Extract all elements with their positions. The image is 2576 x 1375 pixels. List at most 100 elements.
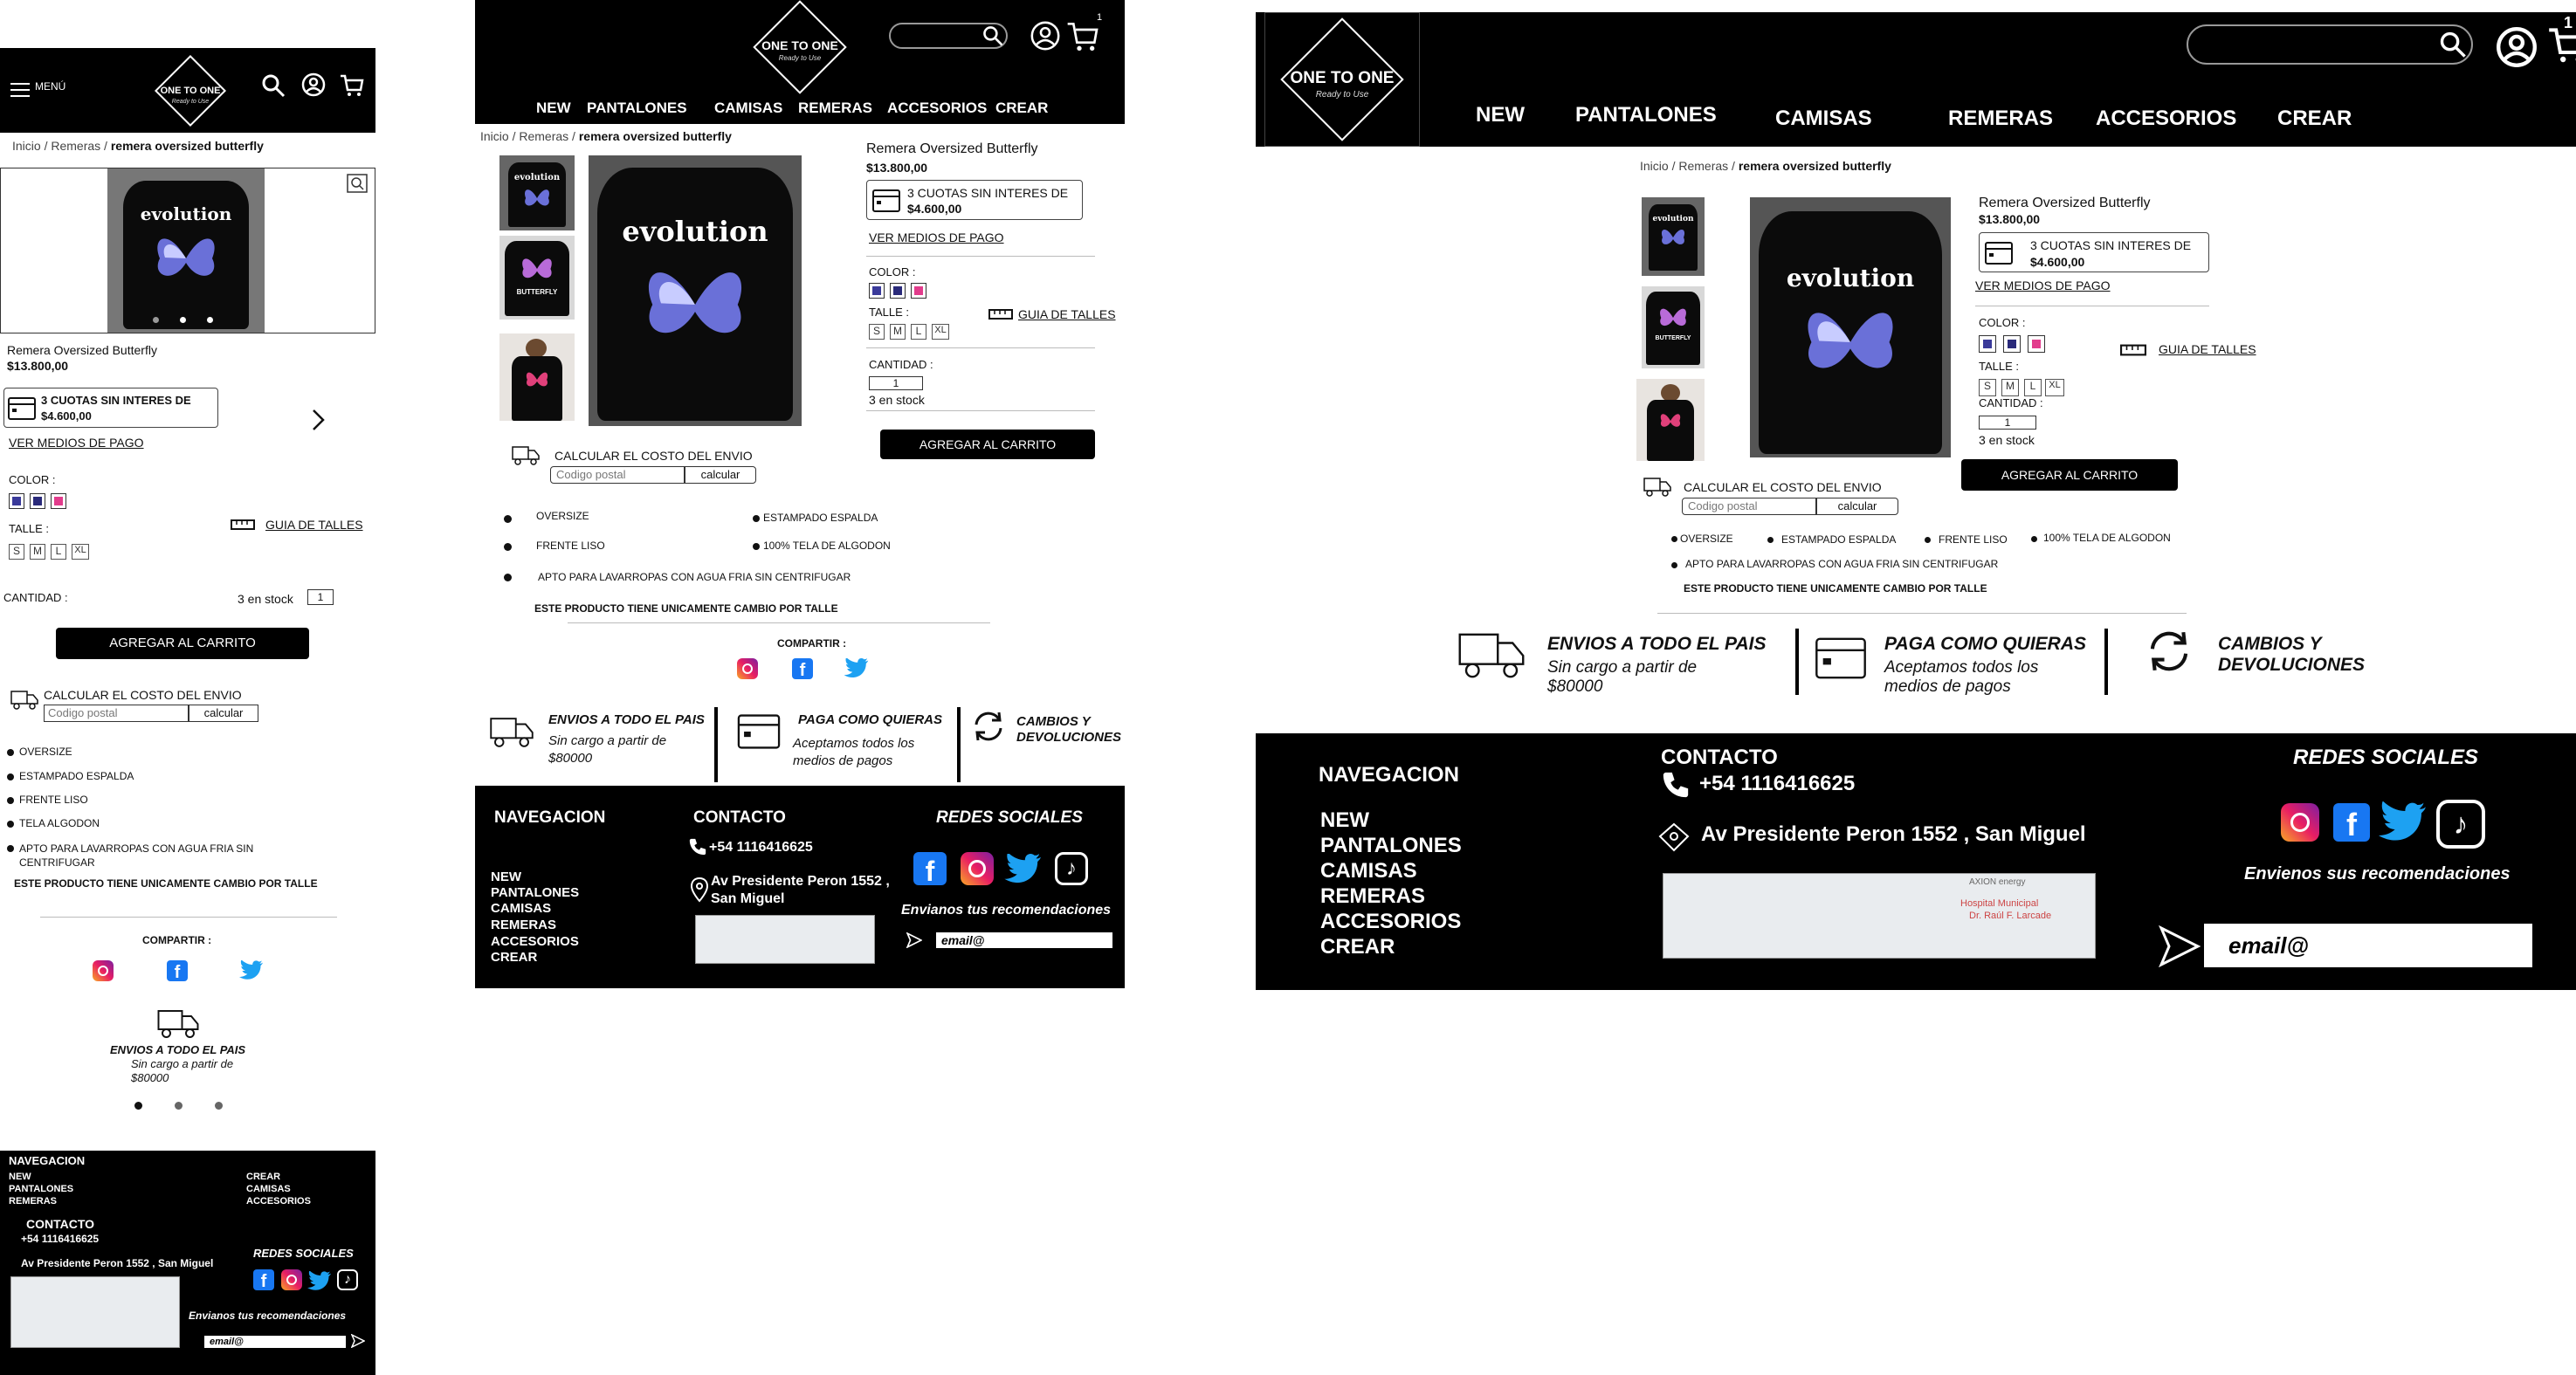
brand-logo[interactable]: ONE TO ONE Ready to Use <box>744 0 856 94</box>
footer-nav-remeras[interactable]: REMERAS <box>1320 884 1425 909</box>
footer-nav-pantalones[interactable]: PANTALONES <box>9 1184 73 1194</box>
footer-nav-crear[interactable]: CREAR <box>1320 935 1395 959</box>
facebook-icon[interactable]: f <box>2333 803 2370 842</box>
footer-phone[interactable]: +54 1116416625 <box>1699 772 1855 796</box>
nav-remeras[interactable]: REMERAS <box>798 100 872 117</box>
thumbnail-3[interactable] <box>1636 379 1705 461</box>
thumbnail-1[interactable]: evolution <box>1642 197 1705 276</box>
postal-code-input[interactable]: Codigo postal <box>1682 498 1816 515</box>
nav-pantalones[interactable]: PANTALONES <box>587 100 687 117</box>
color-swatch-2[interactable] <box>890 283 906 299</box>
size-guide-link[interactable]: GUIA DE TALLES <box>2159 342 2256 356</box>
tiktok-icon[interactable]: ♪ <box>1055 852 1088 885</box>
facebook-icon[interactable]: f <box>792 658 813 680</box>
size-s[interactable]: S <box>869 324 885 340</box>
size-xl[interactable]: XL <box>72 544 89 560</box>
nav-camisas[interactable]: CAMISAS <box>714 100 782 117</box>
map-thumbnail[interactable]: Hospital Municipal Dr. Raúl F. Larcade A… <box>1663 873 2096 959</box>
size-l[interactable]: L <box>911 324 926 340</box>
add-to-cart-button[interactable]: AGREGAR AL CARRITO <box>56 628 309 659</box>
tiktok-icon[interactable]: ♪ <box>337 1269 358 1290</box>
email-input[interactable]: email@ <box>936 932 1112 948</box>
facebook-icon[interactable]: f <box>167 960 188 982</box>
color-swatch-1[interactable] <box>9 493 24 509</box>
footer-nav-accesorios[interactable]: ACCESORIOS <box>1320 910 1461 934</box>
color-swatch-2[interactable] <box>30 493 45 509</box>
breadcrumb-home[interactable]: Inicio <box>1640 159 1669 173</box>
product-image[interactable]: evolution <box>589 155 802 426</box>
footer-nav-accesorios[interactable]: ACCESORIOS <box>246 1196 311 1207</box>
payment-methods-link[interactable]: VER MEDIOS DE PAGO <box>9 436 144 450</box>
footer-phone[interactable]: +54 1116416625 <box>709 840 813 856</box>
footer-phone[interactable]: +54 1116416625 <box>21 1233 99 1245</box>
qty-input[interactable]: 1 <box>869 376 923 390</box>
size-l[interactable]: L <box>51 544 66 560</box>
product-image[interactable]: evolution <box>107 168 265 333</box>
facebook-icon[interactable]: f <box>913 852 947 887</box>
twitter-icon[interactable] <box>307 1271 332 1292</box>
nav-crear[interactable]: CREAR <box>2277 107 2352 131</box>
user-icon[interactable] <box>2494 24 2539 70</box>
nav-crear[interactable]: CREAR <box>995 100 1048 117</box>
map-thumbnail[interactable] <box>10 1276 180 1348</box>
footer-nav-new[interactable]: NEW <box>1320 808 1369 833</box>
size-xl[interactable]: XL <box>2045 379 2064 396</box>
calculate-button[interactable]: calcular <box>685 466 756 484</box>
search-icon[interactable] <box>2438 30 2468 59</box>
color-swatch-1[interactable] <box>1979 335 1996 353</box>
footer-nav-remeras[interactable]: REMERAS <box>491 918 556 932</box>
breadcrumb-category[interactable]: Remeras <box>51 139 100 153</box>
postal-code-input[interactable]: Codigo postal <box>550 466 685 484</box>
nav-remeras[interactable]: REMERAS <box>1948 107 2053 131</box>
search-icon[interactable] <box>260 72 286 99</box>
size-m[interactable]: M <box>30 544 45 560</box>
brand-logo[interactable]: ONE TO ONE Ready to Use <box>150 52 231 130</box>
breadcrumb-home[interactable]: Inicio <box>12 139 41 153</box>
thumbnail-3[interactable] <box>499 333 575 421</box>
size-s[interactable]: S <box>1979 379 1996 396</box>
footer-nav-accesorios[interactable]: ACCESORIOS <box>491 934 579 949</box>
color-swatch-3[interactable] <box>2028 335 2045 353</box>
breadcrumb-category[interactable]: Remeras <box>1678 159 1728 173</box>
footer-nav-pantalones[interactable]: PANTALONES <box>491 885 579 900</box>
facebook-icon[interactable]: f <box>253 1269 274 1291</box>
calculate-button[interactable]: calcular <box>1816 498 1898 515</box>
color-swatch-2[interactable] <box>2003 335 2021 353</box>
carousel-dot[interactable] <box>175 1102 183 1110</box>
nav-new[interactable]: NEW <box>536 100 571 117</box>
footer-nav-remeras[interactable]: REMERAS <box>9 1196 57 1207</box>
size-l[interactable]: L <box>2024 379 2042 396</box>
breadcrumb-home[interactable]: Inicio <box>480 129 509 143</box>
map-thumbnail[interactable] <box>695 915 875 964</box>
hamburger-icon[interactable] <box>10 83 30 97</box>
postal-code-input[interactable]: Codigo postal <box>44 705 189 722</box>
payment-methods-link[interactable]: VER MEDIOS DE PAGO <box>1975 278 2111 292</box>
thumbnail-2[interactable]: BUTTERFLY <box>499 236 575 320</box>
add-to-cart-button[interactable]: AGREGAR AL CARRITO <box>1961 459 2178 491</box>
instagram-icon[interactable] <box>737 658 758 679</box>
footer-nav-crear[interactable]: CREAR <box>246 1172 280 1182</box>
send-icon[interactable] <box>2157 925 2202 967</box>
footer-nav-camisas[interactable]: CAMISAS <box>491 901 551 916</box>
nav-pantalones[interactable]: PANTALONES <box>1575 103 1717 127</box>
footer-nav-pantalones[interactable]: PANTALONES <box>1320 834 1462 858</box>
qty-input[interactable]: 1 <box>1979 416 2036 430</box>
cart-icon[interactable] <box>339 72 365 99</box>
instagram-icon[interactable] <box>961 852 994 885</box>
tiktok-icon[interactable]: ♪ <box>2436 800 2485 849</box>
zoom-icon[interactable] <box>347 174 368 193</box>
footer-nav-camisas[interactable]: CAMISAS <box>1320 859 1417 883</box>
nav-camisas[interactable]: CAMISAS <box>1775 107 1872 131</box>
email-input[interactable]: email@ <box>2204 924 2532 967</box>
color-swatch-1[interactable] <box>869 283 885 299</box>
footer-nav-camisas[interactable]: CAMISAS <box>246 1184 291 1194</box>
thumbnail-2[interactable]: BUTTERFLY <box>1642 286 1705 368</box>
nav-accesorios[interactable]: ACCESORIOS <box>2096 107 2236 131</box>
nav-new[interactable]: NEW <box>1476 103 1525 127</box>
add-to-cart-button[interactable]: AGREGAR AL CARRITO <box>880 430 1095 459</box>
color-swatch-3[interactable] <box>911 283 926 299</box>
twitter-icon[interactable] <box>2379 801 2428 845</box>
size-guide-link[interactable]: GUIA DE TALLES <box>265 518 363 532</box>
cart-icon[interactable] <box>1065 19 1100 54</box>
product-gallery[interactable]: evolution <box>0 168 375 333</box>
